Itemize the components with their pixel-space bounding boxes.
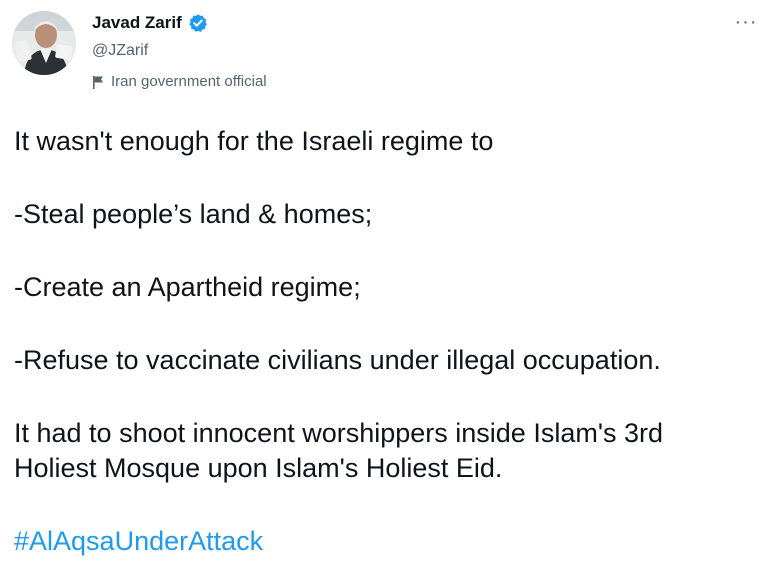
hashtag-link[interactable]: #AlAqsaUnderAttack [14,526,263,556]
flag-icon [92,75,106,90]
tweet-line: -Create an Apartheid regime; [14,272,361,302]
government-label-row: Iran government official [92,72,267,92]
tweet-text: It wasn't enough for the Israeli regime … [14,124,764,559]
more-options-button[interactable]: ··· [728,8,764,36]
more-options-icon: ··· [734,10,758,33]
tweet-line: -Steal people’s land & homes; [14,199,373,229]
verified-badge-icon [188,13,208,33]
avatar[interactable] [12,11,76,75]
tweet-line: It wasn't enough for the Israeli regime … [14,126,494,156]
author-handle[interactable]: @JZarif [92,40,148,62]
author-name-row: Javad Zarif [92,12,208,34]
tweet-line: It had to shoot innocent worshippers ins… [14,418,664,448]
avatar-photo [12,11,76,75]
government-label: Iran government official [111,73,267,90]
tweet-line: Holiest Mosque upon Islam's Holiest Eid. [14,453,503,483]
author-display-name[interactable]: Javad Zarif [92,12,182,34]
tweet-line: -Refuse to vaccinate civilians under ill… [14,345,661,375]
